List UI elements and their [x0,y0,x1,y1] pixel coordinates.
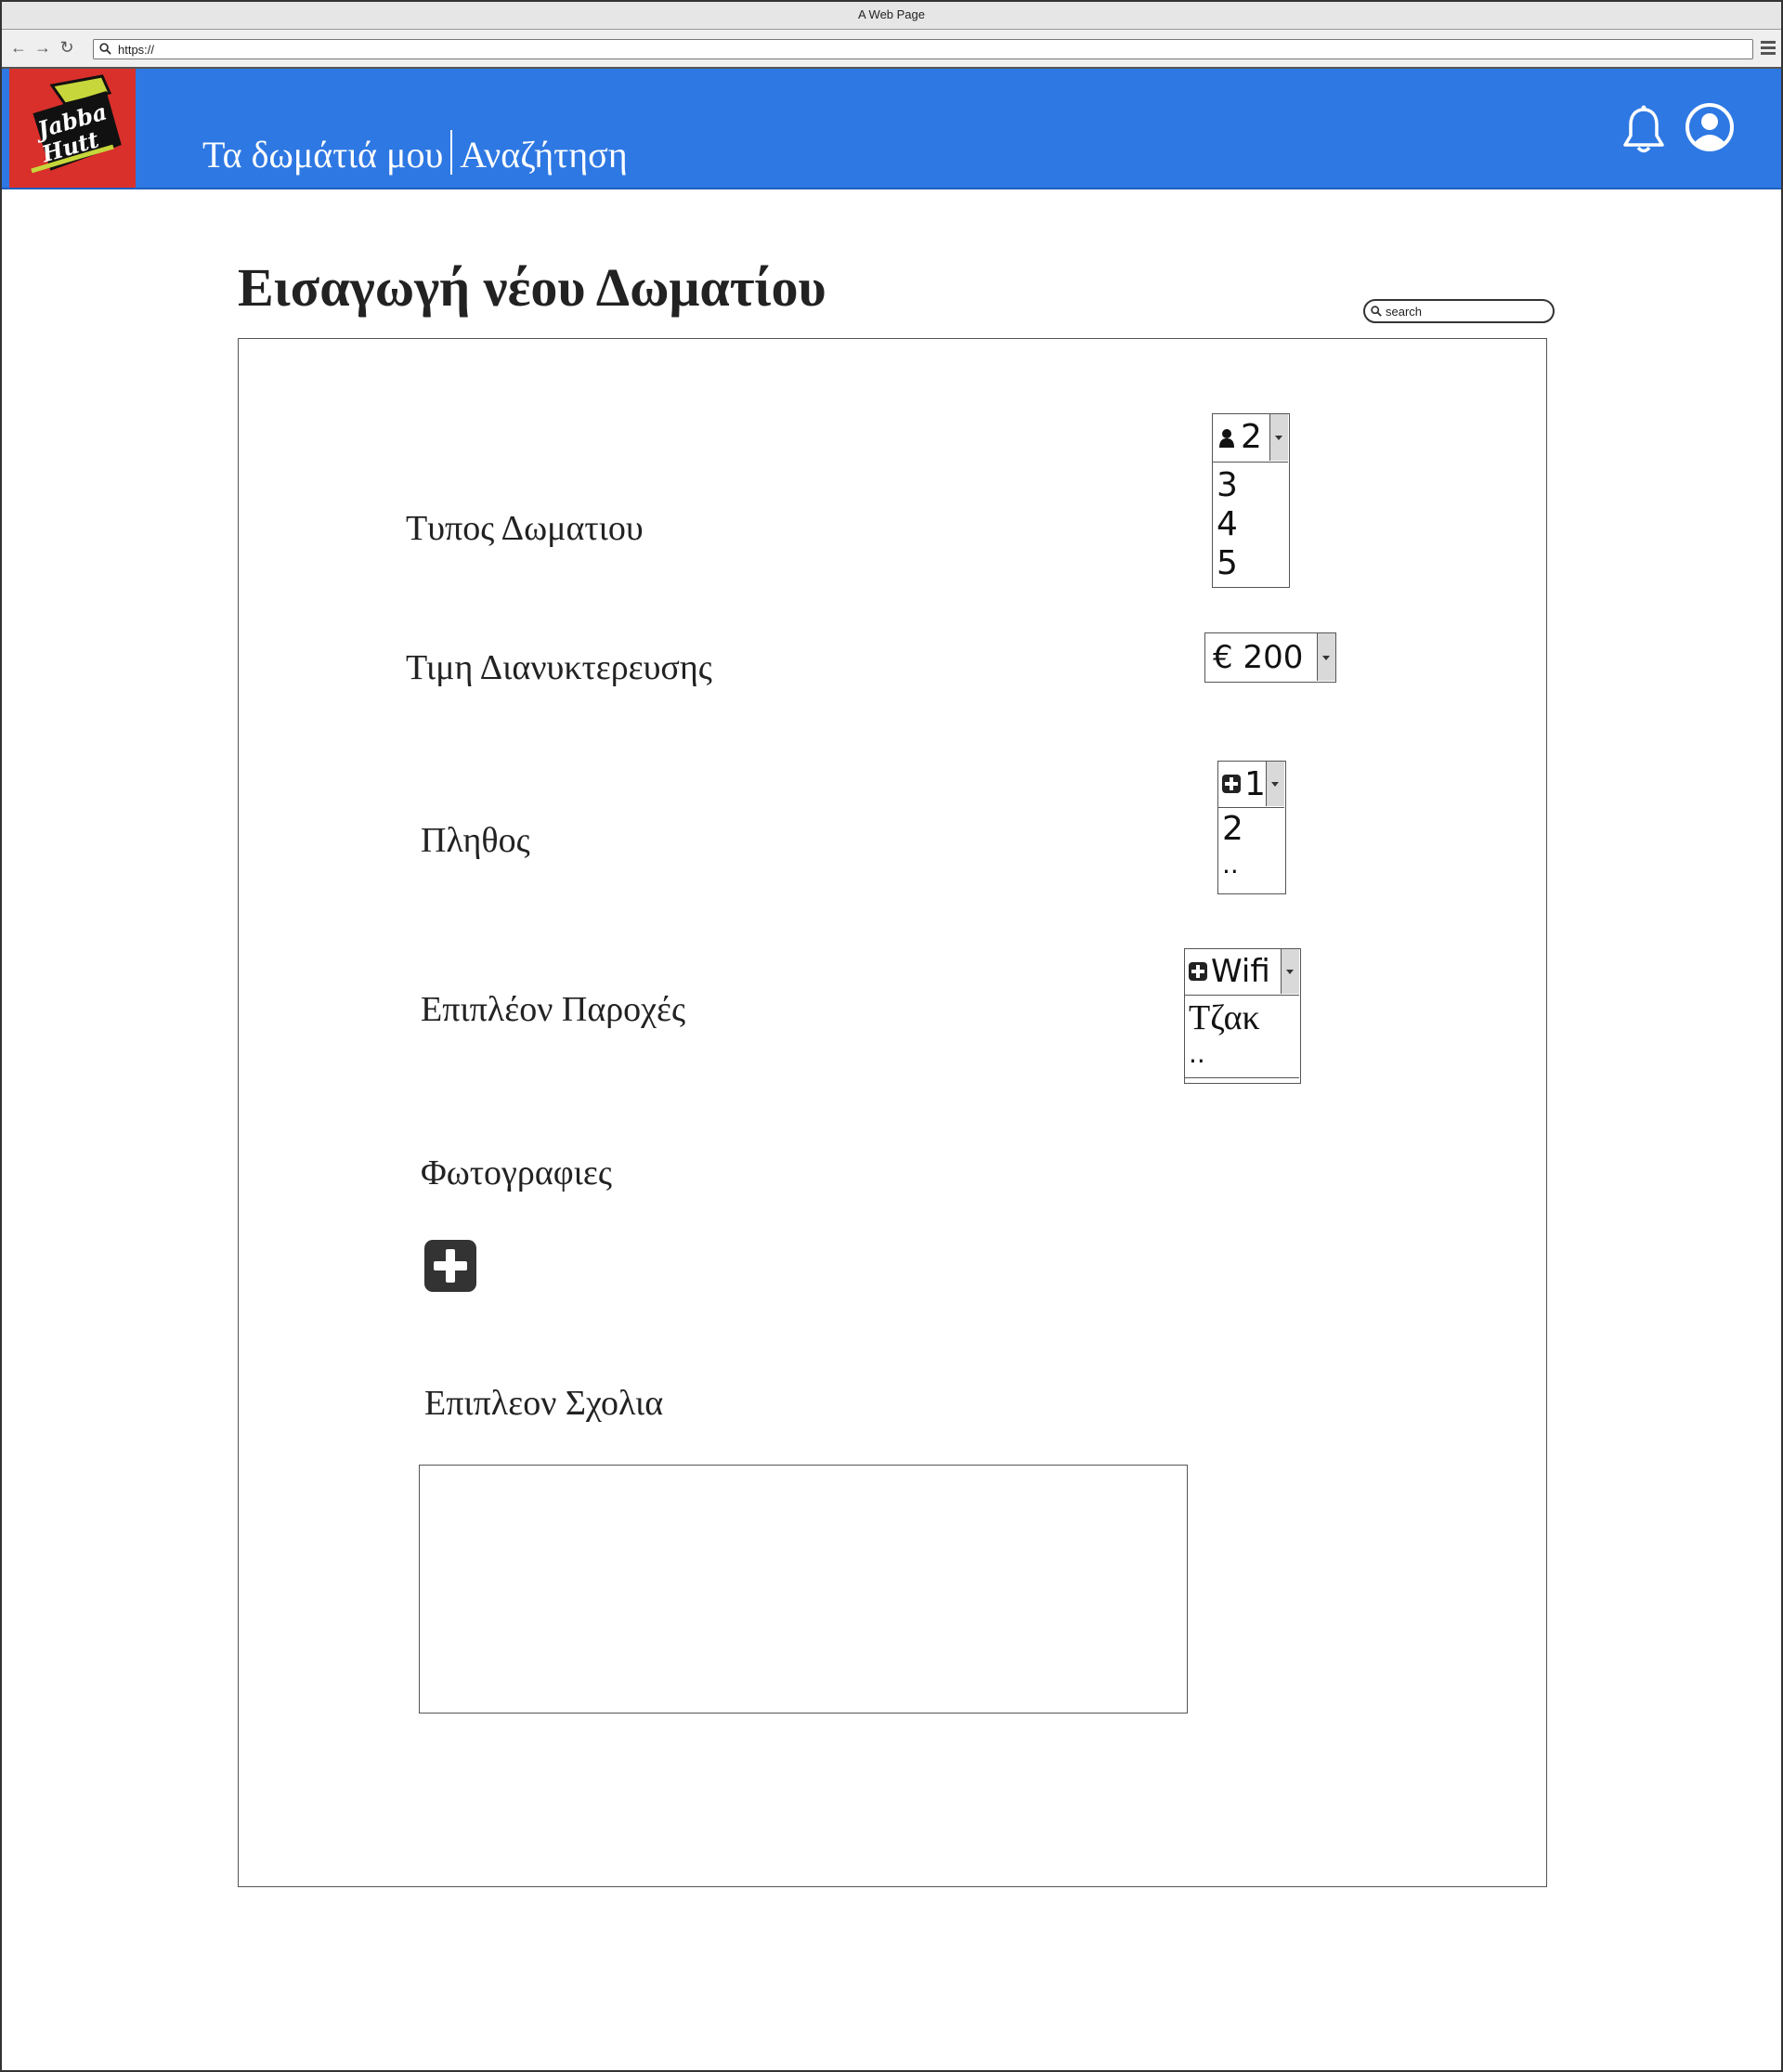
forward-arrow-icon[interactable]: → [33,38,52,57]
url-input[interactable] [118,41,1734,58]
new-room-form: Τυπος Δωματιου 2 3 4 5 Τιμη Διανυκτερευσ… [238,338,1547,1887]
bell-icon[interactable] [1620,104,1668,156]
back-arrow-icon[interactable]: ← [9,38,28,57]
amenities-option[interactable]: .. [1189,1038,1205,1069]
search-box[interactable] [1363,299,1555,323]
window-title: A Web Page [857,7,926,21]
quantity-selected[interactable]: 1 [1218,762,1284,808]
quantity-listbox[interactable]: 1 2 .. [1217,761,1286,894]
person-icon [1219,429,1234,448]
amenities-value: Wifi [1211,953,1270,990]
plus-square-icon [1222,775,1241,793]
amenities-option[interactable]: Τζακ [1189,997,1260,1038]
room-type-selected[interactable]: 2 [1213,414,1288,463]
quantity-option[interactable]: .. [1222,849,1239,880]
amenities-label: Επιπλέον Παροχές [421,990,686,1029]
comments-label: Επιπλεον Σχολια [424,1384,664,1423]
add-photo-button[interactable] [424,1240,476,1292]
quantity-dropdown-arrow[interactable] [1266,762,1284,806]
search-input[interactable] [1386,303,1549,319]
listbox-bottom-rule [1185,1077,1299,1078]
quantity-option[interactable]: 2 [1222,810,1243,848]
reload-icon[interactable]: ↻ [58,38,76,57]
search-icon [99,43,111,55]
logo-graphic: Jabba Hutt [31,74,122,174]
room-type-label: Τυπος Δωματιου [406,509,644,548]
app-header: Jabba Hutt Τα δωμάτιά μου Αναζήτηση [2,69,1781,189]
plus-square-icon [1189,962,1207,981]
nav-search-link[interactable]: Αναζήτηση [460,134,627,176]
nav-divider [450,130,453,175]
room-type-option[interactable]: 5 [1217,544,1238,582]
main-nav: Τα δωμάτιά μου Αναζήτηση [202,130,628,176]
amenities-dropdown-arrow[interactable] [1281,949,1299,994]
user-account-icon[interactable] [1685,102,1735,152]
amenities-listbox[interactable]: Wifi Τζακ .. [1184,948,1301,1084]
browser-window: A Web Page ← → ↻ Jabba Hutt Τα δωμάτιά μ… [0,0,1783,2072]
page-title: Εισαγωγή νέου Δωματίου [238,257,826,318]
room-type-value: 2 [1241,418,1262,456]
quantity-label: Πληθος [421,821,530,860]
window-title-bar: A Web Page [2,2,1781,30]
photos-label: Φωτογραφιες [421,1153,612,1192]
browser-toolbar: ← → ↻ [2,30,1781,69]
jabba-hutt-logo[interactable]: Jabba Hutt [9,69,136,188]
hamburger-menu-icon[interactable] [1761,41,1776,56]
room-type-listbox[interactable]: 2 3 4 5 [1212,413,1290,588]
nav-my-rooms-link[interactable]: Τα δωμάτιά μου [202,134,443,176]
price-dropdown-arrow[interactable] [1317,633,1335,681]
search-icon [1371,306,1382,317]
comments-textarea[interactable] [419,1465,1188,1714]
amenities-selected[interactable]: Wifi [1185,949,1299,996]
room-type-dropdown-arrow[interactable] [1269,414,1288,461]
quantity-value: 1 [1244,765,1266,803]
room-type-option[interactable]: 4 [1217,505,1238,543]
price-label: Τιμη Διανυκτερευσης [406,648,712,687]
address-bar[interactable] [93,39,1753,59]
price-dropdown[interactable]: € 200 [1204,632,1336,683]
price-value: € 200 [1213,639,1304,676]
room-type-option[interactable]: 3 [1217,466,1238,504]
